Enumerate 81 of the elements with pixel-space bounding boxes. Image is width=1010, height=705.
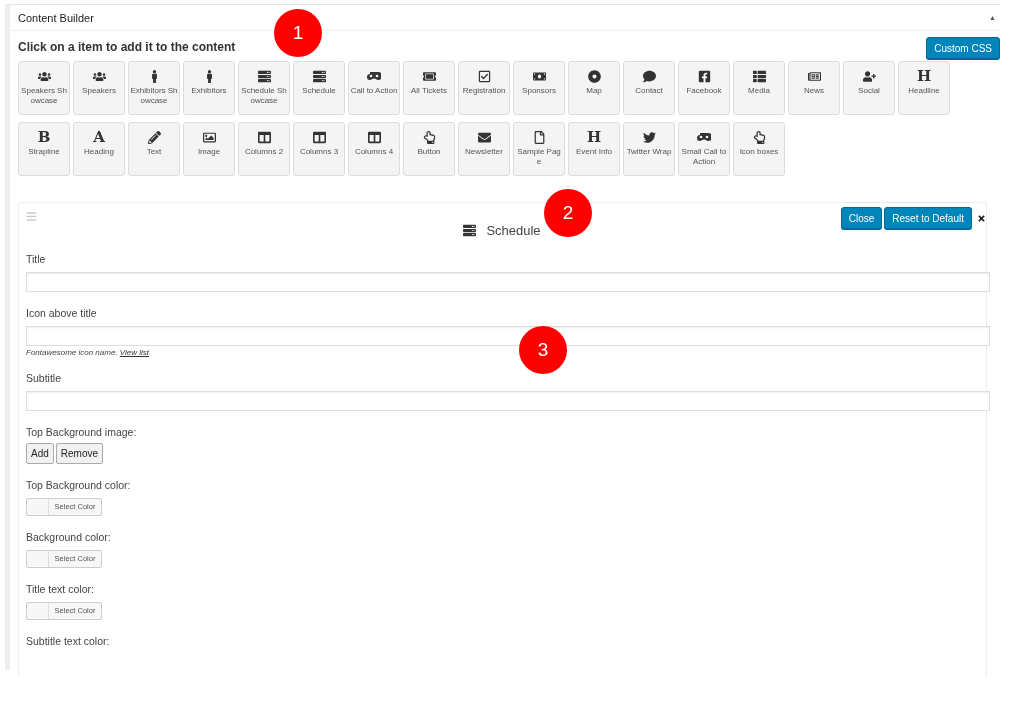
close-icon[interactable] <box>977 213 986 223</box>
server-icon <box>463 223 477 238</box>
user-plus-icon <box>862 69 876 83</box>
element-tile[interactable]: Sponsors <box>513 61 565 115</box>
text-field[interactable] <box>26 272 990 292</box>
users-icon <box>37 69 51 83</box>
field-label: Top Background color: <box>26 479 131 491</box>
element-tile[interactable]: Twitter Wrap <box>623 122 675 176</box>
field-label: Title <box>26 253 46 265</box>
element-tile[interactable]: Call to Action <box>348 61 400 115</box>
reset-button[interactable]: Reset to Default <box>884 207 972 229</box>
close-button[interactable]: Close <box>840 207 883 229</box>
gamepad-icon <box>367 69 381 83</box>
speech-bubble-icon <box>642 69 656 83</box>
columns-icon <box>257 130 271 144</box>
ticket-icon <box>422 69 436 83</box>
element-tile[interactable]: All Tickets <box>403 61 455 115</box>
field-label: Subtitle text color: <box>26 635 110 647</box>
field-label: Title text color: <box>26 583 94 595</box>
element-tile[interactable]: Registration <box>458 61 510 115</box>
field-label: Background color: <box>26 531 111 543</box>
field-label: Top Background image: <box>26 426 137 438</box>
element-tile[interactable]: Icon boxes <box>733 122 785 176</box>
facebook-icon <box>697 69 711 83</box>
users-icon <box>92 69 106 83</box>
panel-title: Content Builder <box>18 11 94 24</box>
envelope-icon <box>477 130 491 144</box>
element-tile[interactable]: H Event Info <box>568 122 620 176</box>
image-icon <box>202 130 216 144</box>
element-tile[interactable]: Speakers <box>73 61 125 115</box>
element-tile[interactable]: H Headline <box>898 61 950 115</box>
editor-title: Schedule <box>486 223 541 238</box>
field-label: Subtitle <box>26 372 62 384</box>
field-label: Icon above title <box>26 307 97 319</box>
builder-heading: Click on a item to add it to the content <box>18 40 236 54</box>
letter-icon: H <box>586 130 602 144</box>
server-icon <box>257 69 271 83</box>
element-tile[interactable]: Small Call to Action <box>678 122 730 176</box>
element-tile[interactable]: Text <box>128 122 180 176</box>
element-tile[interactable]: Map <box>568 61 620 115</box>
element-tile[interactable]: A Heading <box>73 122 125 176</box>
drag-handle-icon[interactable] <box>26 211 37 222</box>
server-icon <box>312 69 326 83</box>
checkbox-icon <box>477 69 491 83</box>
gamepad-icon <box>697 130 711 144</box>
file-icon <box>532 130 546 144</box>
pencil-icon <box>147 130 161 144</box>
columns-icon <box>367 130 381 144</box>
element-tile[interactable]: Exhibitors Showcase <box>128 61 180 115</box>
custom-css-button[interactable]: Custom CSS <box>926 37 1000 59</box>
element-tile[interactable]: Schedule <box>293 61 345 115</box>
element-tile[interactable]: Facebook <box>678 61 730 115</box>
element-tile[interactable]: Exhibitors <box>183 61 235 115</box>
letter-icon: H <box>916 69 932 83</box>
columns-icon <box>312 130 326 144</box>
element-tile[interactable]: Columns 2 <box>238 122 290 176</box>
element-tile[interactable]: News <box>788 61 840 115</box>
twitter-icon <box>642 130 656 144</box>
help-text: Fontawesome icon name. View list <box>26 348 150 357</box>
view-list-link[interactable]: View list <box>119 348 150 357</box>
element-tile[interactable]: Image <box>183 122 235 176</box>
element-tile[interactable]: B Strapline <box>18 122 70 176</box>
newspaper-icon <box>807 69 821 83</box>
element-tile[interactable]: Media <box>733 61 785 115</box>
letter-icon: B <box>37 130 51 144</box>
element-tile[interactable]: Contact <box>623 61 675 115</box>
element-tile[interactable]: Speakers Showcase <box>18 61 70 115</box>
element-tile[interactable]: Columns 4 <box>348 122 400 176</box>
text-field[interactable] <box>26 391 990 411</box>
element-tile[interactable]: Social <box>843 61 895 115</box>
add-button[interactable]: Add <box>26 443 54 464</box>
element-tile[interactable]: Schedule Showcase <box>238 61 290 115</box>
remove-button[interactable]: Remove <box>55 443 104 464</box>
letter-icon: A <box>93 130 105 144</box>
element-tile[interactable]: Columns 3 <box>293 122 345 176</box>
pointing-hand-icon <box>752 130 766 144</box>
pointing-hand-icon <box>422 130 436 144</box>
element-tile[interactable]: Button <box>403 122 455 176</box>
element-tile[interactable]: Sample Page <box>513 122 565 176</box>
list-icon <box>752 69 766 83</box>
element-tile[interactable]: Newsletter <box>458 122 510 176</box>
